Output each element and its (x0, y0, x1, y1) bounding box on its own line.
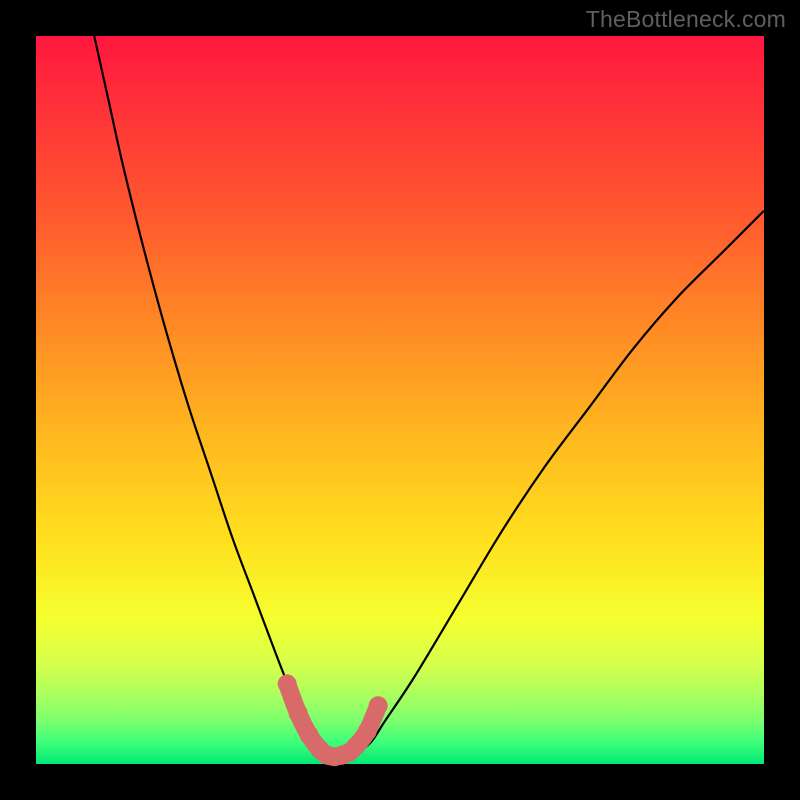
optimum-marker-dot (278, 674, 297, 693)
chart-frame: TheBottleneck.com (0, 0, 800, 800)
curve-svg (36, 36, 764, 764)
plot-area (36, 36, 764, 764)
optimum-marker-dot (369, 696, 388, 715)
optimum-marker-dot (358, 722, 377, 741)
bottleneck-curve (94, 36, 764, 757)
optimum-marker-dot (289, 704, 308, 723)
optimum-markers (278, 674, 388, 766)
watermark-text: TheBottleneck.com (586, 6, 786, 33)
